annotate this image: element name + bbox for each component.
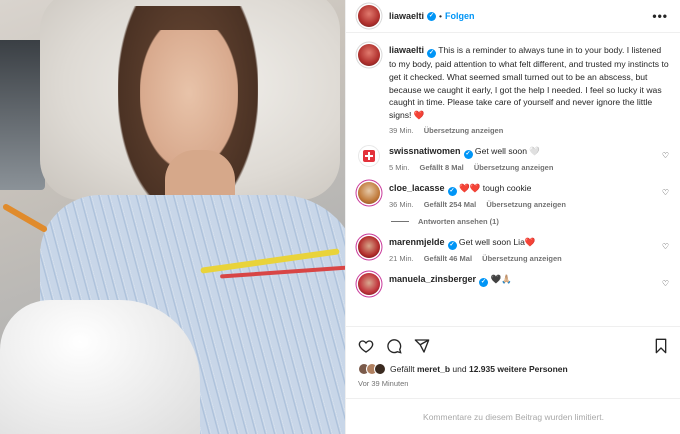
verified-icon: ✓: [447, 186, 457, 196]
liker-avatar[interactable]: [374, 363, 386, 375]
post-caption: liawaelti ✓ This is a reminder to always …: [358, 44, 669, 135]
comment-text: 🖤🙏🏼: [490, 273, 512, 284]
username-link[interactable]: cloe_lacasse: [389, 183, 445, 193]
comment-text: ❤️❤️ tough cookie: [458, 182, 532, 193]
like-comment-heart-icon[interactable]: ♡: [662, 188, 669, 197]
caption-meta: 39 Min. Übersetzung anzeigen: [389, 126, 669, 135]
likes-summary: Gefällt meret_b und 12.935 weitere Perso…: [358, 363, 669, 375]
comment-text-block: manuela_zinsberger ✓ 🖤🙏🏼: [389, 273, 659, 287]
translate-link[interactable]: Übersetzung anzeigen: [486, 200, 566, 209]
share-icon[interactable]: [414, 338, 430, 354]
header-user: liawaelti ✓ • Folgen: [389, 11, 475, 21]
comment-time: 5 Min.: [389, 162, 410, 172]
view-replies-label: Antworten ansehen (1): [418, 216, 499, 226]
like-comment-heart-icon[interactable]: ♡: [662, 279, 669, 288]
tube-illustration: [1, 202, 49, 234]
comment-likes-link[interactable]: Gefällt 46 Mal: [424, 254, 472, 263]
heart-icon[interactable]: [358, 338, 374, 354]
monitor-illustration: [0, 40, 45, 190]
swiss-flag-icon: [363, 149, 375, 162]
comment-text-block: cloe_lacasse ✓ ❤️❤️ tough cookie: [389, 182, 659, 196]
like-comment-heart-icon[interactable]: ♡: [662, 242, 669, 251]
verified-icon: ✓: [479, 277, 489, 287]
comments-scroll-area[interactable]: liawaelti ✓ This is a reminder to always …: [346, 34, 680, 326]
post-side-panel: liawaelti ✓ • Folgen ••• liawaelti ✓ This…: [345, 0, 680, 434]
translate-link[interactable]: Übersetzung anzeigen: [474, 163, 554, 172]
caption-time: 39 Min.: [389, 125, 414, 135]
username-link[interactable]: liawaelti: [389, 45, 424, 55]
comment-meta: 36 Min. Gefällt 254 Mal Übersetzung anze…: [389, 200, 659, 209]
avatar[interactable]: [358, 5, 380, 27]
bookmark-icon[interactable]: [653, 338, 669, 354]
comment-likes-link[interactable]: Gefällt 254 Mal: [424, 200, 477, 209]
verified-icon: ✓: [427, 49, 437, 58]
comment-time: 36 Min.: [389, 199, 414, 209]
username-link[interactable]: swissnatiwomen: [389, 146, 461, 156]
comment-likes-link[interactable]: Gefällt 8 Mal: [420, 163, 464, 172]
replies-divider: [391, 220, 409, 222]
post-photo[interactable]: [0, 0, 345, 434]
post-modal: liawaelti ✓ • Folgen ••• liawaelti ✓ This…: [0, 0, 680, 434]
comments-limited-notice: Kommentare zu diesem Beitrag wurden limi…: [346, 398, 680, 434]
comment: swissnatiwomen ✓ Get well soon 🤍 5 Min. G…: [358, 144, 669, 172]
blanket-illustration: [0, 300, 200, 434]
comment-text-block: marenmjelde ✓ Get well soon Lia❤️: [389, 236, 659, 250]
comment: manuela_zinsberger ✓ 🖤🙏🏼 ♡: [358, 272, 669, 295]
avatar[interactable]: [358, 44, 380, 66]
translate-link[interactable]: Übersetzung anzeigen: [482, 254, 562, 263]
avatar[interactable]: [358, 272, 380, 295]
avatar[interactable]: [358, 181, 380, 204]
action-icons-row: [358, 335, 669, 357]
username-link[interactable]: liawaelti: [389, 11, 424, 21]
verified-icon: ✓: [427, 11, 437, 21]
comment-time: 21 Min.: [389, 253, 414, 263]
follow-button[interactable]: Folgen: [445, 11, 475, 21]
avatar[interactable]: [358, 235, 380, 258]
comment-text: Get well soon 🤍: [474, 145, 541, 156]
view-replies-button[interactable]: Antworten ansehen (1): [391, 217, 669, 226]
comment-meta: 21 Min. Gefällt 46 Mal Übersetzung anzei…: [389, 254, 659, 263]
caption-text-block: liawaelti ✓ This is a reminder to always …: [389, 44, 669, 122]
comment: marenmjelde ✓ Get well soon Lia❤️ 21 Min.…: [358, 235, 669, 263]
translate-link[interactable]: Übersetzung anzeigen: [424, 126, 504, 135]
likes-and: und: [452, 364, 467, 374]
comment-meta: 5 Min. Gefällt 8 Mal Übersetzung anzeige…: [389, 163, 659, 172]
more-horizontal-icon[interactable]: •••: [652, 9, 668, 23]
verified-icon: ✓: [447, 240, 457, 250]
face-illustration: [140, 30, 238, 170]
comment-text: Get well soon Lia❤️: [458, 236, 536, 247]
comment: cloe_lacasse ✓ ❤️❤️ tough cookie 36 Min. …: [358, 181, 669, 209]
likes-text: Gefällt meret_b und 12.935 weitere Perso…: [390, 364, 568, 374]
avatar[interactable]: [358, 144, 380, 167]
username-link[interactable]: manuela_zinsberger: [389, 274, 476, 284]
like-comment-heart-icon[interactable]: ♡: [662, 151, 669, 160]
post-timestamp[interactable]: Vor 39 Minuten: [358, 379, 669, 388]
comment-icon[interactable]: [386, 338, 402, 354]
separator-dot: •: [439, 11, 442, 21]
username-link[interactable]: marenmjelde: [389, 237, 445, 247]
likes-count-link[interactable]: 12.935 weitere Personen: [469, 364, 568, 374]
likes-prefix: Gefällt: [390, 364, 415, 374]
liker-username-link[interactable]: meret_b: [417, 364, 450, 374]
comment-text-block: swissnatiwomen ✓ Get well soon 🤍: [389, 145, 659, 159]
post-header: liawaelti ✓ • Folgen •••: [346, 0, 680, 33]
verified-icon: ✓: [463, 149, 473, 159]
